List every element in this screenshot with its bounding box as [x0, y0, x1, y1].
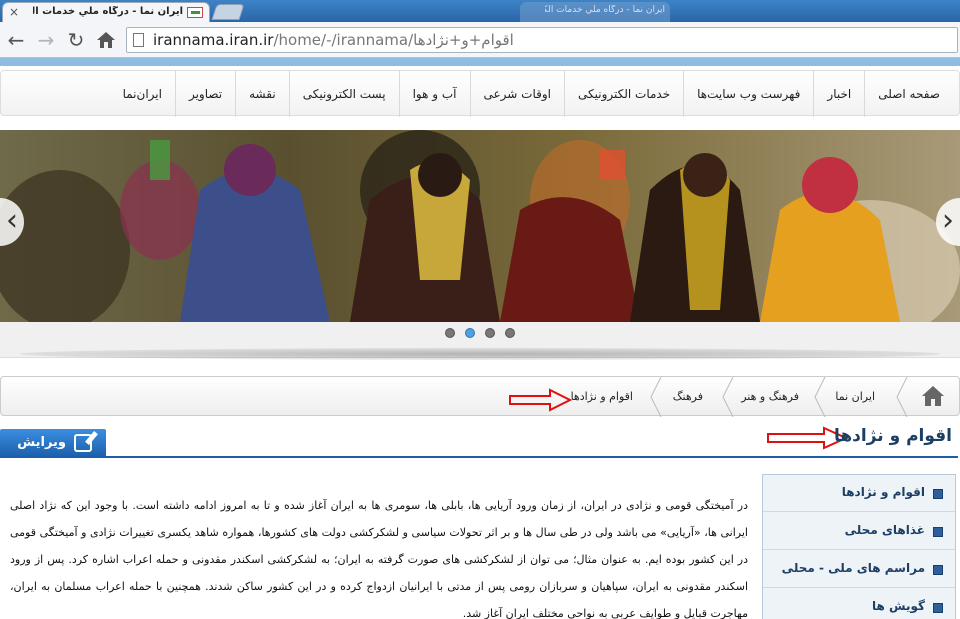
home-button[interactable] [94, 28, 118, 52]
chevron-left-icon [650, 377, 662, 417]
sidebar-item-dialects[interactable]: گویش ها [763, 589, 955, 619]
sidebar-item-label: غذاهای محلی [844, 523, 925, 537]
main-navigation: صفحه اصلی اخبار فهرست وب سایت‌ها خدمات ا… [0, 70, 960, 117]
back-arrow-icon[interactable]: ← [4, 28, 28, 52]
image-slider: ‹ › [0, 130, 960, 360]
nav-item-e-services[interactable]: خدمات الکترونیکی [563, 71, 683, 117]
nav-item-prayer-times[interactable]: اوقات شرعی [469, 71, 564, 117]
slider-dot[interactable] [445, 328, 455, 338]
nav-item-news[interactable]: اخبار [813, 71, 864, 117]
sidebar-item-label: گویش ها [872, 599, 925, 613]
close-tab-icon[interactable]: × [9, 5, 19, 19]
page-title: اقوام و نژادها [834, 426, 952, 446]
slider-dot[interactable] [485, 328, 495, 338]
breadcrumb-item-current: اقوام و نژادها [570, 390, 633, 403]
breadcrumb: ایران نما فرهنگ و هنر فرهنگ اقوام و نژاد… [0, 376, 960, 417]
edit-button[interactable]: ویرایش [0, 429, 106, 457]
browser-toolbar: ← → ↻ irannama.iran.ir/home/-/irannama/ا… [0, 22, 960, 58]
article-body: در آمیختگی قومی و نژادی در ایران، از زما… [10, 499, 748, 619]
site-favicon-icon [187, 7, 203, 18]
chevron-left-icon [896, 377, 908, 417]
url-domain: irannama.iran.ir [153, 31, 274, 49]
square-bullet-icon [933, 527, 943, 537]
slider-shadow [20, 348, 940, 360]
home-icon[interactable] [921, 385, 945, 407]
new-tab-button[interactable] [211, 4, 245, 20]
square-bullet-icon [933, 565, 943, 575]
nav-item-home[interactable]: صفحه اصلی [864, 71, 953, 117]
slide-photo [0, 130, 960, 322]
nav-item-websites[interactable]: فهرست وب سایت‌ها [683, 71, 813, 117]
edit-button-label: ویرایش [17, 435, 66, 450]
reload-icon[interactable]: ↻ [64, 28, 88, 52]
nav-item-weather[interactable]: آب و هوا [398, 71, 470, 117]
slider-dots [0, 328, 960, 342]
chevron-left-icon [814, 377, 826, 417]
nav-item-email[interactable]: پست الکترونیکی [288, 71, 399, 117]
breadcrumb-item[interactable]: فرهنگ [673, 377, 703, 417]
browser-tab-title: ایران نما - درگاه ملي خدمات الكتر [33, 6, 183, 17]
sidebar-item-ceremonies[interactable]: مراسم های ملی - محلی [763, 551, 955, 588]
chevron-left-icon [722, 377, 734, 417]
address-bar[interactable]: irannama.iran.ir/home/-/irannama/اقوام+و… [126, 27, 958, 53]
slider-dot-active[interactable] [465, 328, 475, 338]
browser-tab-active[interactable]: ایران نما - درگاه ملي خدمات الكتر × [2, 2, 210, 22]
browser-tab-bar: ایران نما - درگاه ملي خدمات الكتر × ایرا… [0, 0, 960, 22]
nav-item-images[interactable]: تصاویر [174, 71, 235, 117]
forward-arrow-icon[interactable]: → [34, 28, 58, 52]
sidebar-item-label: اقوام و نژادها [841, 485, 925, 499]
background-tab-title: ایران نما - درگاه ملي خدمات الکترونیکی [545, 5, 665, 15]
url-path: /home/-/irannama/اقوام+و+نژادها [273, 31, 514, 49]
house-icon [97, 32, 115, 48]
nav-item-irannama[interactable]: ایران‌نما [110, 71, 175, 117]
edit-pencil-icon [74, 434, 92, 452]
header-stripe [0, 58, 960, 66]
sidebar-item-label: مراسم های ملی - محلی [781, 561, 925, 575]
nav-list: صفحه اصلی اخبار فهرست وب سایت‌ها خدمات ا… [110, 71, 953, 117]
url-text[interactable]: irannama.iran.ir/home/-/irannama/اقوام+و… [153, 31, 514, 49]
nav-item-map[interactable]: نقشه [235, 71, 289, 117]
sidebar-item-local-foods[interactable]: غذاهای محلی [763, 513, 955, 550]
square-bullet-icon [933, 603, 943, 613]
square-bullet-icon [933, 489, 943, 499]
title-divider [0, 456, 958, 458]
annotation-arrow-icon [509, 388, 572, 412]
page-icon [133, 33, 144, 47]
sidebar-menu: اقوام و نژادها غذاهای محلی مراسم های ملی… [762, 474, 956, 619]
breadcrumb-item[interactable]: ایران نما [835, 377, 875, 417]
breadcrumb-item[interactable]: فرهنگ و هنر [741, 377, 799, 417]
sidebar-item-ethnicities[interactable]: اقوام و نژادها [763, 475, 955, 512]
slider-dot[interactable] [505, 328, 515, 338]
